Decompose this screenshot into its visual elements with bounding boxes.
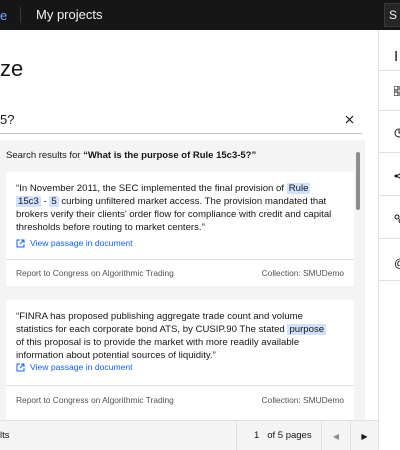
settings-icon[interactable]	[394, 213, 400, 227]
result-card: “In November 2011, the SEC implemented t…	[6, 172, 354, 286]
nav-divider	[20, 7, 21, 23]
right-panel-title: I	[394, 48, 399, 65]
previous-page-button[interactable]: ◀	[322, 421, 350, 450]
view-passage-label: View passage in document	[30, 362, 133, 372]
right-side-panel: I @	[378, 30, 400, 450]
passage-text: “In November 2011, the SEC implemented t…	[16, 182, 334, 234]
view-passage-link[interactable]: View passage in document	[16, 238, 133, 248]
caret-right-icon: ▶	[361, 431, 368, 441]
tab-active-label: e	[0, 7, 8, 23]
passage-text-segment: “In November 2011, the SEC implemented t…	[16, 183, 287, 194]
external-link-icon	[16, 239, 25, 247]
close-icon[interactable]	[336, 104, 362, 134]
share-icon[interactable]	[394, 170, 400, 184]
highlight-term: purpose	[287, 324, 327, 335]
passage-text: “FINRA has proposed publishing aggregate…	[16, 310, 334, 362]
page-title: ze	[0, 56, 24, 81]
results-scrollbar[interactable]	[356, 152, 360, 210]
result-card: “FINRA has proposed publishing aggregate…	[6, 300, 354, 420]
next-page-button[interactable]: ▶	[351, 421, 378, 450]
results-count-label: lts	[0, 430, 10, 441]
document-source: Report to Congress on Algorithmic Tradin…	[16, 395, 174, 405]
tab-active[interactable]: e	[0, 0, 14, 30]
caret-left-icon: ◀	[332, 431, 340, 441]
panel-divider	[379, 238, 400, 239]
search-bar	[0, 104, 362, 134]
passage-text-segment: curbing unfiltered market access. The pr…	[16, 196, 332, 233]
passage-text-segment: of this proposal is to provide the marke…	[16, 337, 300, 361]
tab-my-projects[interactable]: My projects	[36, 0, 102, 30]
view-passage-label: View passage in document	[30, 238, 133, 248]
external-link-icon	[16, 363, 25, 371]
view-passage-link[interactable]: View passage in document	[16, 362, 133, 372]
panel-divider	[379, 70, 400, 71]
panel-divider	[379, 110, 400, 111]
highlight-term: 5	[49, 196, 59, 207]
grid-icon[interactable]	[393, 85, 400, 99]
results-heading: Search results for “What is the purpose …	[6, 150, 256, 161]
document-source: Report to Congress on Algorithmic Tradin…	[16, 268, 174, 278]
page-total: of 5 pages	[267, 430, 312, 441]
pagination-bar: lts 1 of 5 pages ◀ ▶	[0, 420, 378, 450]
collection-label: Collection: SMUDemo	[261, 395, 344, 405]
pager-divider	[236, 421, 237, 450]
at-icon[interactable]: @	[394, 256, 400, 270]
highlight-term: Rule	[286, 183, 311, 194]
card-divider	[6, 385, 354, 386]
collection-label: Collection: SMUDemo	[261, 268, 344, 278]
page-selector[interactable]: 1 of 5 pages	[254, 430, 312, 441]
results-heading-prefix: Search results for	[6, 150, 84, 161]
highlight-term: 15c3	[16, 196, 41, 207]
panel-divider	[379, 280, 400, 281]
panel-divider	[379, 152, 400, 153]
results-heading-query: “What is the purpose of Rule 15c3-5?”	[83, 150, 257, 161]
search-results-panel: Search results for “What is the purpose …	[0, 140, 365, 420]
panel-divider	[379, 195, 400, 196]
search-input[interactable]	[0, 104, 330, 134]
top-navigation-bar: e My projects S	[0, 0, 400, 30]
header-search-field[interactable]: S	[384, 3, 400, 27]
current-page: 1	[254, 430, 260, 441]
card-divider	[6, 259, 354, 260]
history-icon[interactable]	[394, 127, 400, 141]
passage-text-segment: “FINRA has proposed publishing aggregate…	[16, 311, 303, 335]
